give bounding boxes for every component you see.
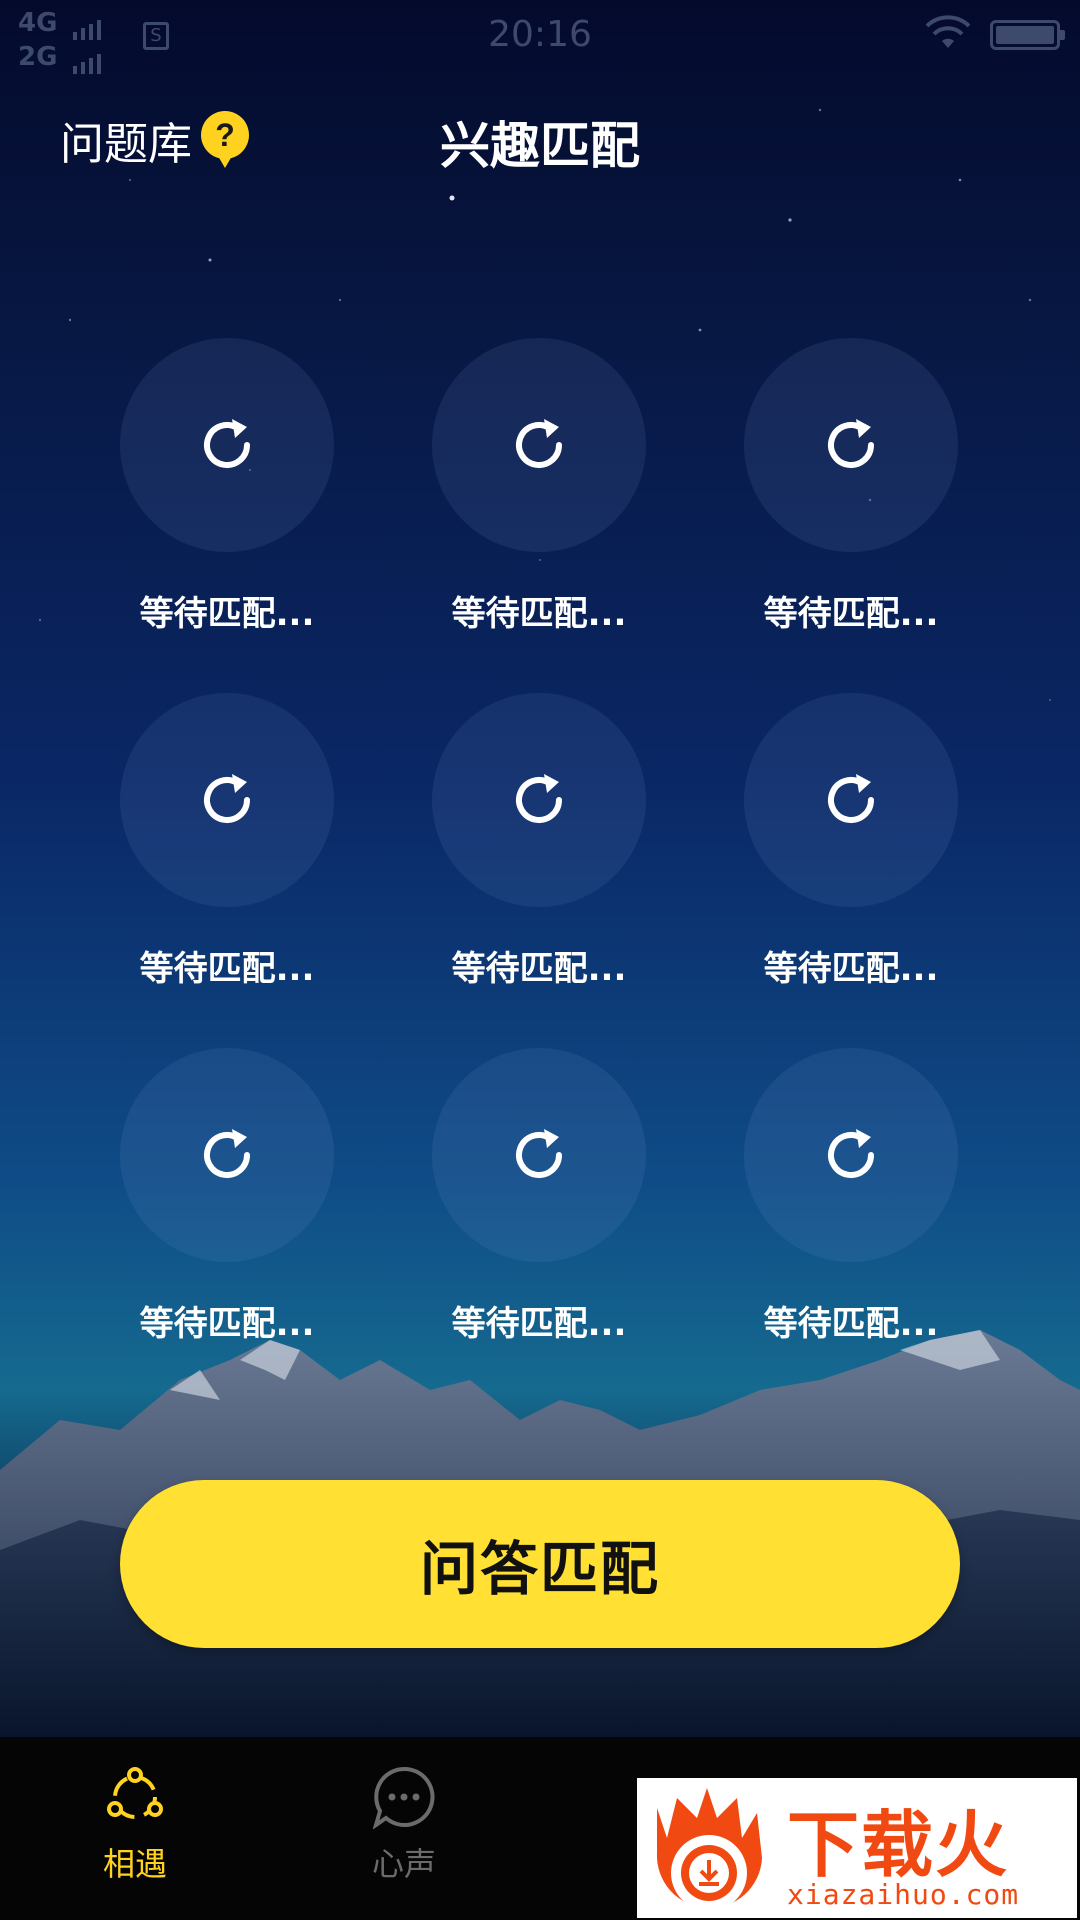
watermark-url: xiazaihuo.com	[787, 1878, 1020, 1911]
match-slot-circle	[120, 1048, 334, 1262]
match-slot[interactable]: 等待匹配...	[120, 693, 334, 1048]
watermark-text: 下载火	[787, 1803, 1010, 1887]
battery-icon	[990, 20, 1065, 50]
match-slot-label: 等待匹配...	[763, 949, 939, 989]
match-grid: 等待匹配... 等待匹配... 等待匹配... 等待匹配... 等待匹配... 等待匹配.…	[120, 338, 960, 1403]
match-slot-label: 等待匹配...	[451, 594, 627, 634]
encounter-icon	[107, 1767, 163, 1819]
match-slot-label: 等待匹配...	[451, 949, 627, 989]
match-slot-circle	[432, 1048, 646, 1262]
match-slot-circle	[120, 338, 334, 552]
refresh-icon	[828, 774, 874, 823]
status-time: 20:16	[488, 14, 592, 55]
refresh-icon	[516, 1129, 562, 1178]
refresh-icon	[516, 774, 562, 823]
nav-label-encounter: 相遇	[102, 1845, 167, 1883]
chat-bubble-icon	[372, 1766, 435, 1829]
watermark-logo: 下载火 xiazaihuo.com	[637, 1778, 1077, 1918]
qa-match-button[interactable]: 问答匹配	[120, 1480, 960, 1648]
page-title: 兴趣匹配	[440, 117, 640, 175]
match-slot-circle	[432, 693, 646, 907]
match-slot-circle	[744, 1048, 958, 1262]
refresh-icon	[204, 774, 250, 823]
match-slot[interactable]: 等待匹配...	[432, 693, 646, 1048]
refresh-icon	[204, 419, 250, 468]
wifi-icon	[925, 15, 971, 48]
status-bar: 4G 2G S 20:16	[0, 0, 1080, 80]
match-slot-circle	[120, 693, 334, 907]
match-slot-circle	[744, 693, 958, 907]
nav-item-encounter[interactable]: 相遇	[45, 1765, 225, 1885]
match-slot[interactable]: 等待匹配...	[744, 338, 958, 693]
match-slot-label: 等待匹配...	[763, 594, 939, 634]
watermark-flame-icon	[656, 1788, 762, 1911]
match-screen: 4G 2G S 20:16 问题库 ? 兴趣匹配 等待匹配... 等待匹配... 等…	[0, 0, 1080, 1737]
refresh-icon	[204, 1129, 250, 1178]
refresh-icon	[516, 419, 562, 468]
match-slot[interactable]: 等待匹配...	[432, 338, 646, 693]
nav-item-voice[interactable]: 心声	[314, 1765, 494, 1885]
match-slot-circle	[744, 338, 958, 552]
nav-label-voice: 心声	[371, 1845, 436, 1883]
refresh-icon	[828, 1129, 874, 1178]
match-slot[interactable]: 等待匹配...	[120, 338, 334, 693]
match-slot[interactable]: 等待匹配...	[744, 693, 958, 1048]
match-slot-label: 等待匹配...	[139, 594, 315, 634]
match-slot-label: 等待匹配...	[139, 949, 315, 989]
refresh-icon	[828, 419, 874, 468]
match-slot-circle	[432, 338, 646, 552]
